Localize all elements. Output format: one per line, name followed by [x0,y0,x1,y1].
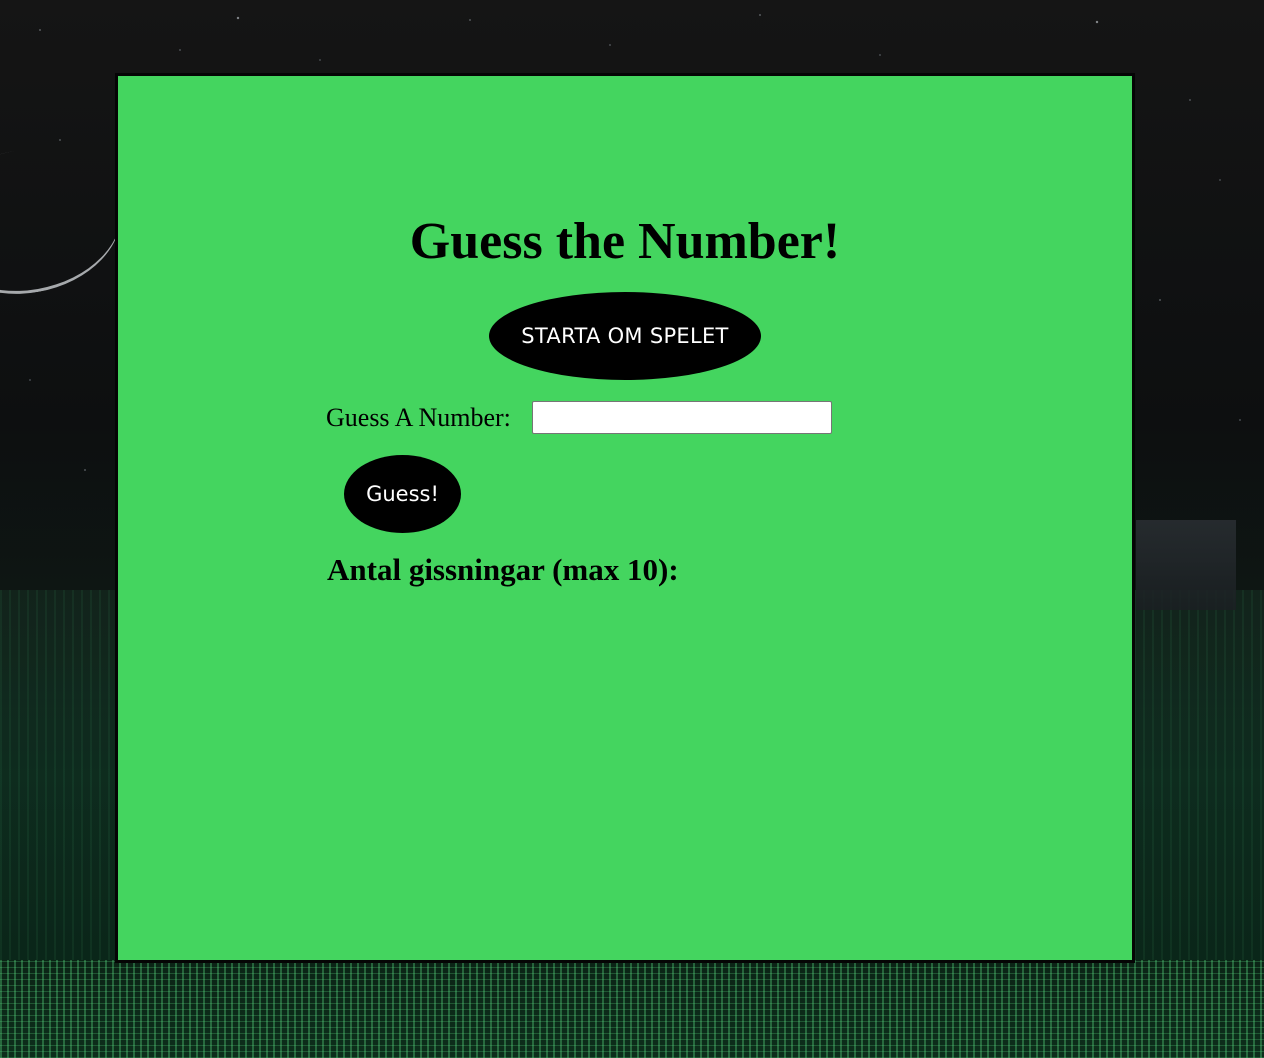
page-title: Guess the Number! [409,213,841,270]
guess-count-label: Antal gissningar (max 10): [327,552,679,587]
game-panel: Guess the Number! STARTA OM SPELET Guess… [115,73,1135,963]
guess-button[interactable]: Guess! [344,455,461,533]
matrix-floor-background [0,960,1264,1058]
building-silhouette [1136,520,1236,610]
guess-input[interactable] [532,401,832,434]
guess-field-label: Guess A Number: [326,403,511,432]
restart-game-button[interactable]: STARTA OM SPELET [489,292,761,380]
